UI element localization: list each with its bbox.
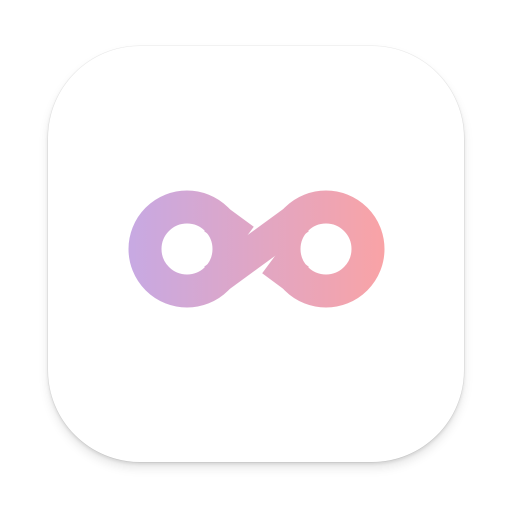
infinity-icon [128, 190, 385, 308]
infinity-strand-descending [204, 204, 254, 254]
app-icon[interactable] [0, 0, 512, 512]
